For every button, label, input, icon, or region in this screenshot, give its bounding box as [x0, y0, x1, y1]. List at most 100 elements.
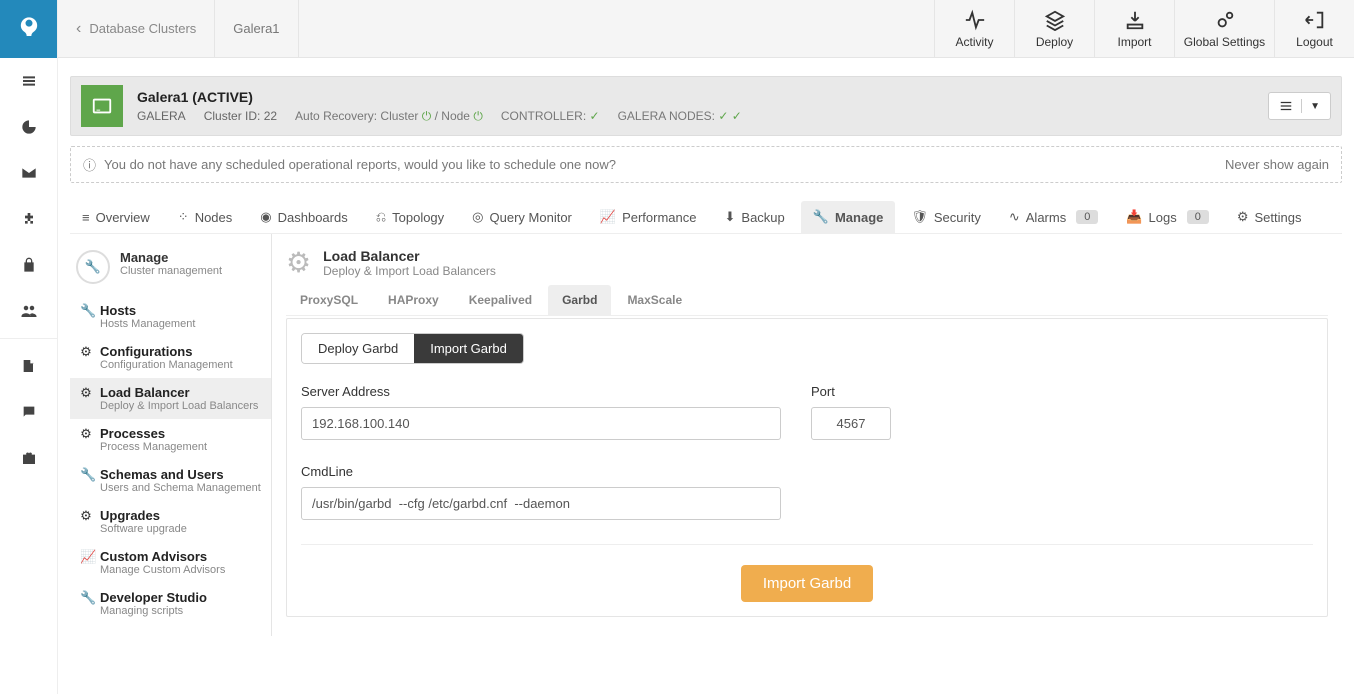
top-action-activity[interactable]: Activity	[934, 0, 1014, 57]
tab-dashboards[interactable]: ◉Dashboards	[248, 201, 359, 233]
panel-title: Load Balancer	[323, 248, 496, 264]
list-icon: ≡	[82, 210, 90, 225]
top-action-global-settings[interactable]: Global Settings	[1174, 0, 1274, 57]
top-action-label: Deploy	[1036, 35, 1073, 49]
rail-integrations-icon[interactable]	[0, 196, 57, 242]
tab-manage[interactable]: 🔧Manage	[801, 201, 896, 233]
tab-nodes[interactable]: ⁘Nodes	[166, 201, 244, 233]
wrench-icon: 🔧	[80, 590, 92, 606]
manage-item-advisors[interactable]: 📈Custom AdvisorsManage Custom Advisors	[70, 542, 271, 583]
tab-performance[interactable]: 📈Performance	[588, 201, 709, 233]
cmdline-input[interactable]	[301, 487, 781, 520]
gear-icon: ⚙	[1237, 209, 1249, 225]
top-action-deploy[interactable]: Deploy	[1014, 0, 1094, 57]
logs-count: 0	[1187, 210, 1209, 224]
subtab-haproxy[interactable]: HAProxy	[374, 285, 453, 315]
subtab-maxscale[interactable]: MaxScale	[613, 285, 696, 315]
top-action-logout[interactable]: Logout	[1274, 0, 1354, 57]
import-garbd-button[interactable]: Import Garbd	[741, 565, 873, 602]
rail-users-icon[interactable]	[0, 288, 57, 334]
tab-logs[interactable]: 📥Logs0	[1114, 201, 1221, 233]
port-label: Port	[811, 384, 891, 399]
rail-support-icon[interactable]	[0, 389, 57, 435]
tab-security[interactable]: 🛡Security	[899, 201, 992, 233]
rail-mail-icon[interactable]	[0, 150, 57, 196]
topology-icon: ⎌	[376, 209, 386, 225]
cluster-title: Galera1 (ACTIVE)	[137, 89, 1254, 105]
check-icon: ✓	[732, 109, 742, 123]
breadcrumb-root[interactable]: Database Clusters	[58, 0, 215, 57]
cluster-status-icon	[81, 85, 123, 127]
manage-item-configurations[interactable]: ⚙ConfigurationsConfiguration Management	[70, 337, 271, 378]
manage-title: Manage	[120, 250, 222, 265]
rail-reports-icon[interactable]	[0, 104, 57, 150]
signal-icon: ∿	[1009, 209, 1020, 225]
cluster-id: Cluster ID: 22	[204, 109, 277, 123]
chart-icon: 📈	[600, 209, 616, 225]
manage-item-hosts[interactable]: 🔧HostsHosts Management	[70, 296, 271, 337]
gear-icon: ⚙	[80, 344, 92, 360]
pill-import[interactable]: Import Garbd	[414, 334, 523, 363]
manage-subtitle: Cluster management	[120, 265, 222, 277]
gear-icon: ⚙	[286, 246, 311, 279]
notice-bar: ⓘ You do not have any scheduled operatio…	[70, 146, 1342, 183]
manage-sidebar: 🔧 Manage Cluster management 🔧HostsHosts …	[70, 234, 272, 636]
tab-alarms[interactable]: ∿Alarms0	[997, 201, 1110, 233]
info-icon: ⓘ	[83, 155, 96, 174]
subtab-keepalived[interactable]: Keepalived	[455, 285, 546, 315]
rail-docs-icon[interactable]	[0, 343, 57, 389]
manage-item-dev-studio[interactable]: 🔧Developer StudioManaging scripts	[70, 583, 271, 624]
gear-icon: ⚙	[80, 426, 92, 442]
cmdline-label: CmdLine	[301, 464, 781, 479]
rail-key-icon[interactable]	[0, 242, 57, 288]
subtab-proxysql[interactable]: ProxySQL	[286, 285, 372, 315]
alarms-count: 0	[1076, 210, 1098, 224]
check-icon: ✓	[590, 109, 600, 123]
cluster-type: GALERA	[137, 109, 186, 123]
pill-deploy[interactable]: Deploy Garbd	[302, 334, 414, 363]
manage-header-icon: 🔧	[76, 250, 110, 284]
breadcrumb-current[interactable]: Galera1	[215, 0, 298, 57]
power-icon: ⏻	[422, 109, 432, 123]
shield-icon: 🛡	[911, 209, 928, 225]
nodes-icon: ⁘	[178, 209, 189, 225]
rail-gift-icon[interactable]	[0, 435, 57, 481]
notice-text[interactable]: You do not have any scheduled operationa…	[104, 157, 1225, 172]
tab-settings[interactable]: ⚙Settings	[1225, 201, 1314, 233]
app-logo[interactable]	[0, 0, 57, 58]
tab-backup[interactable]: ⬇Backup	[713, 201, 797, 233]
power-icon: ⏻	[473, 109, 483, 123]
list-icon	[1279, 99, 1293, 113]
mode-toggle: Deploy Garbd Import Garbd	[301, 333, 524, 364]
server-address-input[interactable]	[301, 407, 781, 440]
manage-item-load-balancer[interactable]: ⚙Load BalancerDeploy & Import Load Balan…	[70, 378, 271, 419]
tab-query-monitor[interactable]: ◎Query Monitor	[460, 201, 584, 233]
notice-dismiss[interactable]: Never show again	[1225, 157, 1329, 172]
chart-icon: 📈	[80, 549, 92, 565]
gear-icon: ⚙	[80, 508, 92, 524]
breadcrumb: Database Clusters Galera1	[58, 0, 299, 57]
wrench-icon: 🔧	[80, 303, 92, 319]
logout-icon	[1304, 9, 1326, 31]
activity-icon	[964, 9, 986, 31]
download-icon: ⬇	[725, 209, 736, 225]
tab-topology[interactable]: ⎌Topology	[364, 201, 456, 233]
port-input[interactable]	[811, 407, 891, 440]
import-icon	[1124, 9, 1146, 31]
manage-item-upgrades[interactable]: ⚙UpgradesSoftware upgrade	[70, 501, 271, 542]
subtab-garbd[interactable]: Garbd	[548, 285, 611, 315]
top-action-import[interactable]: Import	[1094, 0, 1174, 57]
cluster-actions-dropdown[interactable]: ▼	[1268, 92, 1331, 120]
wrench-icon: 🔧	[813, 209, 829, 225]
check-icon: ✓	[718, 109, 728, 123]
tab-overview[interactable]: ≡Overview	[70, 202, 162, 233]
server-address-label: Server Address	[301, 384, 781, 399]
manage-item-processes[interactable]: ⚙ProcessesProcess Management	[70, 419, 271, 460]
manage-item-schemas[interactable]: 🔧Schemas and UsersUsers and Schema Manag…	[70, 460, 271, 501]
gauge-icon: ◉	[260, 209, 271, 225]
rail-clusters-icon[interactable]	[0, 58, 57, 104]
manage-content: ⚙ Load Balancer Deploy & Import Load Bal…	[272, 234, 1342, 636]
top-action-label: Global Settings	[1184, 35, 1265, 49]
topbar: Database Clusters Galera1 Activity Deplo…	[58, 0, 1354, 58]
top-action-label: Import	[1117, 35, 1151, 49]
